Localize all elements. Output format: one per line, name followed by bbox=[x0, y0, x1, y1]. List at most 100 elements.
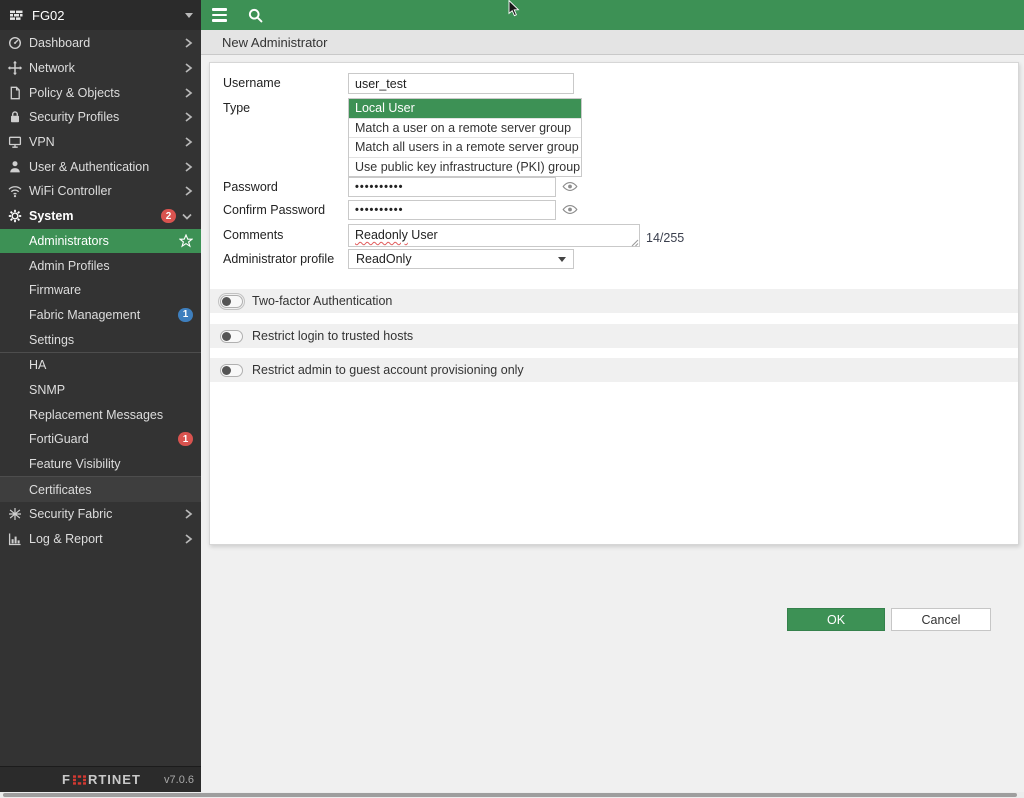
sidebar-item-label: Log & Report bbox=[29, 532, 103, 546]
password-label: Password bbox=[223, 177, 345, 198]
toggle-label: Restrict admin to guest account provisio… bbox=[252, 363, 524, 377]
sidebar-item-label: Dashboard bbox=[29, 36, 90, 50]
fortinet-logo: FRTINET bbox=[62, 772, 141, 787]
person-icon bbox=[6, 159, 23, 175]
sidebar-item-system[interactable]: System 2 bbox=[0, 204, 201, 229]
sidebar-item-snmp[interactable]: SNMP bbox=[0, 378, 201, 403]
sidebar-item-label: Network bbox=[29, 61, 75, 75]
device-selector[interactable]: FG02 bbox=[0, 0, 201, 30]
type-listbox: Local UserMatch a user on a remote serve… bbox=[348, 98, 582, 177]
sidebar-item-policy-and-objects[interactable]: Policy & Objects bbox=[0, 80, 201, 105]
sidebar-item-user-and-authentication[interactable]: User & Authentication bbox=[0, 154, 201, 179]
toggle-label: Two-factor Authentication bbox=[252, 294, 392, 308]
menu-icon[interactable] bbox=[212, 8, 227, 21]
sidebar-item-label: Feature Visibility bbox=[29, 457, 120, 471]
sidebar-item-label: FortiGuard bbox=[29, 432, 89, 446]
sidebar-item-label: Fabric Management bbox=[29, 308, 140, 322]
sidebar-item-label: HA bbox=[29, 358, 46, 372]
type-option-match-a-user-on-a-remote-server-group[interactable]: Match a user on a remote server group bbox=[349, 118, 581, 138]
toggle-knob bbox=[222, 297, 231, 306]
gear-icon bbox=[6, 208, 23, 224]
sidebar-item-label: Security Fabric bbox=[29, 507, 112, 521]
sidebar-item-label: System bbox=[29, 209, 73, 223]
sidebar-item-label: SNMP bbox=[29, 383, 65, 397]
notification-badge: 2 bbox=[161, 209, 176, 223]
chevron-right-icon bbox=[184, 37, 193, 49]
sidebar-item-ha[interactable]: HA bbox=[0, 353, 201, 378]
sidebar-menu: Dashboard Network Policy & Objects Security… bbox=[0, 31, 201, 551]
type-option-local-user[interactable]: Local User bbox=[349, 99, 581, 118]
wifi-icon bbox=[6, 183, 23, 199]
chevron-right-icon bbox=[184, 533, 193, 545]
type-option-match-all-users-in-a-remote-server-group[interactable]: Match all users in a remote server group bbox=[349, 137, 581, 157]
sidebar-item-administrators[interactable]: Administrators bbox=[0, 229, 201, 254]
fabric-nodes-icon bbox=[6, 506, 23, 522]
chevron-right-icon bbox=[184, 161, 193, 173]
sidebar-item-label: Certificates bbox=[29, 483, 92, 497]
username-input[interactable] bbox=[348, 73, 574, 94]
ok-button[interactable]: OK bbox=[787, 608, 885, 631]
chevron-right-icon bbox=[184, 136, 193, 148]
sidebar-item-label: Admin Profiles bbox=[29, 259, 110, 273]
sidebar-item-dashboard[interactable]: Dashboard bbox=[0, 31, 201, 56]
bar-chart-icon bbox=[6, 531, 23, 547]
sidebar-item-fortiguard[interactable]: FortiGuard 1 bbox=[0, 427, 201, 452]
sidebar-item-feature-visibility[interactable]: Feature Visibility bbox=[0, 452, 201, 477]
sidebar-item-vpn[interactable]: VPN bbox=[0, 130, 201, 155]
sidebar-item-network[interactable]: Network bbox=[0, 56, 201, 81]
restrict-login-to-trusted-hosts-toggle[interactable] bbox=[220, 330, 243, 343]
chevron-right-icon bbox=[184, 508, 193, 520]
sidebar-item-label: WiFi Controller bbox=[29, 184, 112, 198]
toggle-label: Restrict login to trusted hosts bbox=[252, 329, 413, 343]
sidebar-item-wifi-controller[interactable]: WiFi Controller bbox=[0, 179, 201, 204]
admin-profile-label: Administrator profile bbox=[223, 249, 345, 270]
favorite-star-icon[interactable] bbox=[179, 234, 193, 248]
chevron-right-icon bbox=[184, 62, 193, 74]
sidebar-footer: FRTINET v7.0.6 bbox=[0, 766, 201, 792]
sidebar-item-label: Settings bbox=[29, 333, 74, 347]
sidebar-item-label: Security Profiles bbox=[29, 110, 119, 124]
cancel-button[interactable]: Cancel bbox=[891, 608, 991, 631]
password-input[interactable] bbox=[348, 177, 556, 197]
chevron-right-icon bbox=[184, 87, 193, 99]
horizontal-scrollbar-thumb[interactable] bbox=[3, 793, 1017, 797]
sidebar-item-firmware[interactable]: Firmware bbox=[0, 278, 201, 303]
username-label: Username bbox=[223, 73, 345, 94]
admin-profile-select[interactable]: ReadOnly bbox=[348, 249, 574, 269]
two-factor-authentication-toggle[interactable] bbox=[220, 295, 243, 308]
device-dropdown-caret-icon bbox=[185, 13, 193, 18]
sidebar-item-replacement-messages[interactable]: Replacement Messages bbox=[0, 402, 201, 427]
textarea-resize-handle-icon[interactable] bbox=[631, 239, 639, 247]
toggle-row-two-factor-authentication: Two-factor Authentication bbox=[210, 289, 1018, 313]
breadcrumb: New Administrator bbox=[201, 30, 1024, 55]
confirm-password-show-eye-icon[interactable] bbox=[562, 203, 579, 217]
sidebar: FG02 Dashboard Network Policy & Objects Sec… bbox=[0, 0, 201, 792]
type-label: Type bbox=[223, 98, 345, 119]
comments-textarea[interactable]: Readonly User bbox=[348, 224, 640, 247]
sidebar-item-settings[interactable]: Settings bbox=[0, 327, 201, 352]
password-show-eye-icon[interactable] bbox=[562, 180, 579, 194]
sidebar-item-fabric-management[interactable]: Fabric Management1 bbox=[0, 303, 201, 328]
type-option-use-public-key-infrastructure-pki-group[interactable]: Use public key infrastructure (PKI) grou… bbox=[349, 157, 581, 177]
sidebar-item-certificates[interactable]: Certificates bbox=[0, 477, 201, 502]
sidebar-item-label: VPN bbox=[29, 135, 55, 149]
toggle-knob bbox=[222, 332, 231, 341]
admin-profile-value: ReadOnly bbox=[356, 252, 412, 266]
sidebar-item-security-profiles[interactable]: Security Profiles bbox=[0, 105, 201, 130]
comments-char-counter: 14/255 bbox=[646, 231, 684, 245]
toggle-row-restrict-admin-to-guest-account-provisioning-only: Restrict admin to guest account provisio… bbox=[210, 358, 1018, 382]
sidebar-item-admin-profiles[interactable]: Admin Profiles bbox=[0, 253, 201, 278]
toggle-row-restrict-login-to-trusted-hosts: Restrict login to trusted hosts bbox=[210, 324, 1018, 348]
firmware-version: v7.0.6 bbox=[164, 774, 194, 786]
sidebar-item-security-fabric[interactable]: Security Fabric bbox=[0, 502, 201, 527]
chevron-right-icon bbox=[184, 185, 193, 197]
document-icon bbox=[6, 85, 23, 101]
sidebar-item-log-and-report[interactable]: Log & Report bbox=[0, 527, 201, 552]
confirm-password-input[interactable] bbox=[348, 200, 556, 220]
restrict-admin-to-guest-account-provisioning-only-toggle[interactable] bbox=[220, 364, 243, 377]
search-icon[interactable] bbox=[247, 7, 264, 24]
new-administrator-form: Username Type Local UserMatch a user on … bbox=[209, 62, 1019, 545]
notification-badge: 1 bbox=[178, 432, 193, 446]
sidebar-item-label: Replacement Messages bbox=[29, 408, 163, 422]
sidebar-item-label: User & Authentication bbox=[29, 160, 149, 174]
